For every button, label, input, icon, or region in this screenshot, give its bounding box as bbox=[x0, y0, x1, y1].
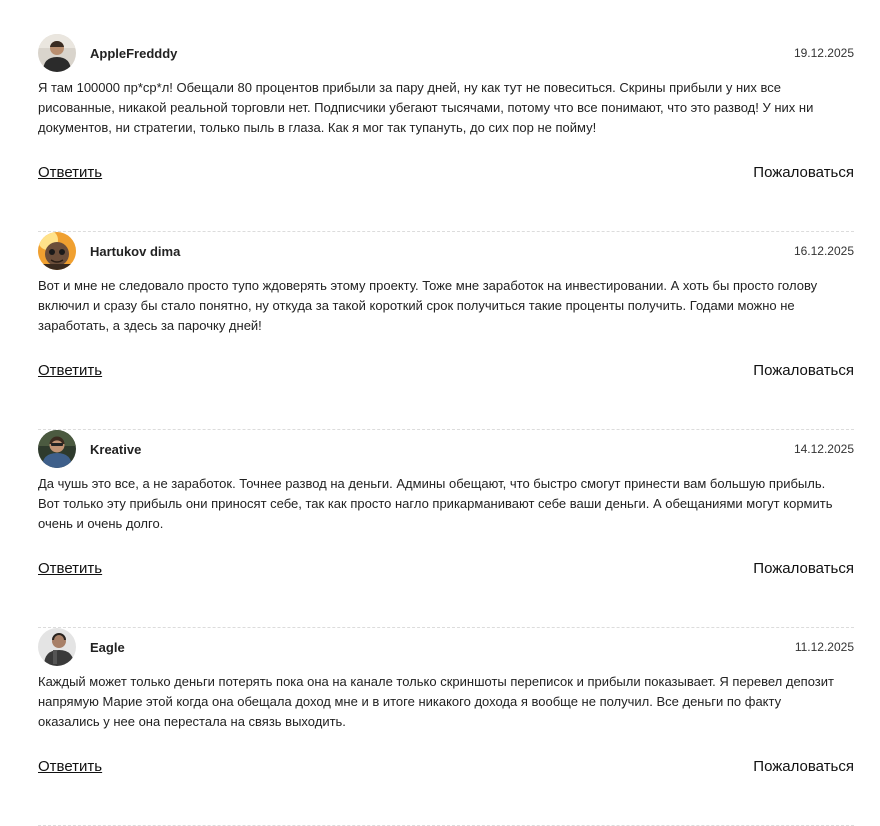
comment-date: 14.12.2025 bbox=[793, 442, 854, 456]
comment-date: 16.12.2025 bbox=[793, 244, 854, 258]
comment-header: Eagle 11.12.2025 bbox=[38, 628, 854, 668]
comment-item: AppleFredddy 19.12.2025 Я там 100000 пр*… bbox=[38, 34, 854, 232]
comment-date: 19.12.2025 bbox=[793, 46, 854, 60]
comment-text: Да чушь это все, а не заработок. Точнее … bbox=[38, 476, 833, 531]
report-button[interactable]: Пожаловаться bbox=[753, 560, 854, 577]
comment-item: Kreative 14.12.2025 Да чушь это все, а н… bbox=[38, 430, 854, 628]
comment-date: 11.12.2025 bbox=[794, 640, 854, 654]
comment-item: Eagle 11.12.2025 Каждый может только ден… bbox=[38, 628, 854, 826]
reply-button[interactable]: Ответить bbox=[38, 164, 102, 181]
reply-button[interactable]: Ответить bbox=[38, 362, 102, 379]
author-name[interactable]: Hartukov dima bbox=[90, 244, 180, 259]
report-button[interactable]: Пожаловаться bbox=[753, 362, 854, 379]
comments-list: AppleFredddy 19.12.2025 Я там 100000 пр*… bbox=[0, 0, 880, 826]
comment-text: Я там 100000 пр*ср*л! Обещали 80 процент… bbox=[38, 80, 814, 135]
comment-text: Вот и мне не следовало просто тупо ждове… bbox=[38, 278, 818, 333]
user-avatar[interactable] bbox=[38, 232, 76, 270]
reply-button[interactable]: Ответить bbox=[38, 758, 102, 775]
user-avatar[interactable] bbox=[38, 34, 76, 72]
report-button[interactable]: Пожаловаться bbox=[753, 758, 854, 775]
author-name[interactable]: Eagle bbox=[90, 640, 125, 655]
author-name[interactable]: AppleFredddy bbox=[90, 46, 177, 61]
author-name[interactable]: Kreative bbox=[90, 442, 141, 457]
comment-text: Каждый может только деньги потерять пока… bbox=[38, 674, 834, 729]
report-button[interactable]: Пожаловаться bbox=[753, 164, 854, 181]
user-avatar[interactable] bbox=[38, 430, 76, 468]
comment-item: Hartukov dima 16.12.2025 Вот и мне не сл… bbox=[38, 232, 854, 430]
reply-button[interactable]: Ответить bbox=[38, 560, 102, 577]
comment-header: AppleFredddy 19.12.2025 bbox=[38, 34, 854, 74]
user-avatar[interactable] bbox=[38, 628, 76, 666]
comment-header: Hartukov dima 16.12.2025 bbox=[38, 232, 854, 272]
comment-header: Kreative 14.12.2025 bbox=[38, 430, 854, 470]
